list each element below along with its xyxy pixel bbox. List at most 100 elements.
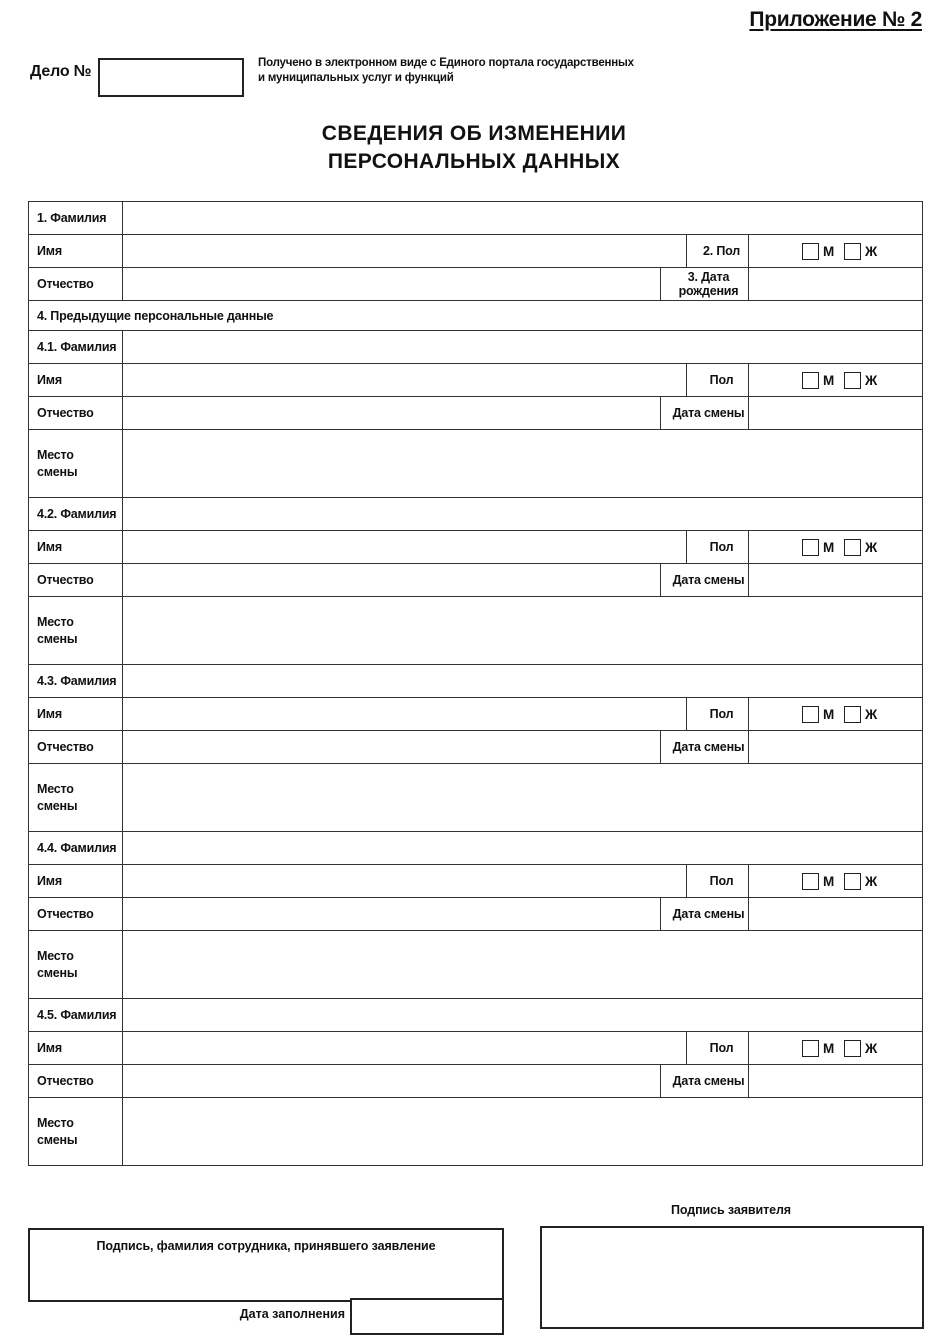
prev-2-date-change-input[interactable] [747, 563, 924, 597]
prev-4-sex-male-checkbox[interactable] [802, 872, 819, 890]
prev-1-firstname-input[interactable] [122, 363, 687, 397]
prev-1-place-input[interactable] [121, 429, 924, 498]
row-previous-section-heading: 4. Предыдущие персональные данные [27, 300, 924, 331]
row-prev-3-firstname: Имя Пол МЖ [28, 697, 924, 731]
prev-5-patronymic-label: Отчество [28, 1064, 123, 1098]
prev-1-sex-male-checkbox[interactable] [802, 371, 819, 389]
prev-2-sex-female-checkbox[interactable] [844, 538, 862, 556]
prev-2-surname-input[interactable] [121, 497, 924, 531]
prev-2-sex-label: Пол [686, 530, 749, 564]
row-prev-3-patronymic: Отчество Дата смены [28, 730, 924, 764]
prev-2-sex-male-checkbox[interactable] [802, 538, 819, 556]
prev-2-date-change-label: Дата смены [660, 563, 749, 597]
current-surname-label: 1. Фамилия [28, 201, 123, 235]
prev-3-sex-female-checkbox[interactable] [844, 705, 862, 723]
prev-5-firstname-input[interactable] [122, 1031, 687, 1065]
prev-4-date-change-input[interactable] [747, 897, 924, 931]
prev-1-place-label: Место смены [28, 429, 123, 498]
prev-3-sex-checkboxes: МЖ [747, 697, 924, 731]
prev-5-place-label-line-2: смены [37, 1132, 78, 1147]
staff-signature-label: Подпись, фамилия сотрудника, принявшего … [96, 1239, 436, 1253]
prev-4-place-label-line-1: Место [37, 948, 74, 963]
prev-3-place-input[interactable] [121, 763, 924, 832]
current-sex-female-label: Ж [865, 243, 878, 259]
prev-1-place-label-line-2: смены [37, 464, 78, 479]
prev-5-firstname-label: Имя [28, 1031, 123, 1065]
document-title: СВЕДЕНИЯ ОБ ИЗМЕНЕНИИ ПЕРСОНАЛЬНЫХ ДАННЫ… [0, 120, 948, 175]
prev-1-patronymic-input[interactable] [122, 396, 661, 430]
prev-3-surname-input[interactable] [121, 664, 924, 698]
current-sex-checkboxes: МЖ [747, 234, 924, 268]
prev-3-sex-male-checkbox[interactable] [802, 705, 819, 723]
prev-4-patronymic-input[interactable] [122, 897, 661, 931]
prev-5-date-change-input[interactable] [747, 1064, 924, 1098]
fill-date-input[interactable] [350, 1298, 504, 1335]
prev-5-sex-label: Пол [686, 1031, 749, 1065]
prev-1-surname-input[interactable] [121, 330, 924, 364]
prev-4-sex-label: Пол [686, 864, 749, 898]
prev-4-sex-checkboxes: МЖ [747, 864, 924, 898]
prev-4-sex-female-label: Ж [865, 873, 878, 889]
prev-5-sex-male-checkbox[interactable] [802, 1039, 819, 1057]
row-prev-2-place: Место смены [28, 596, 924, 665]
current-patronymic-input[interactable] [122, 267, 661, 301]
current-surname-input[interactable] [121, 201, 924, 235]
prev-2-firstname-input[interactable] [122, 530, 687, 564]
prev-1-date-change-input[interactable] [747, 396, 924, 430]
prev-4-place-label-line-2: смены [37, 965, 78, 980]
case-number-input[interactable] [98, 58, 244, 97]
prev-1-sex-male-label: М [823, 372, 835, 388]
prev-1-date-change-label: Дата смены [660, 396, 749, 430]
current-firstname-input[interactable] [122, 234, 687, 268]
prev-5-patronymic-input[interactable] [122, 1064, 661, 1098]
prev-4-place-label: Место смены [28, 930, 123, 999]
current-sex-male-label: М [823, 243, 835, 259]
document-title-line-2: ПЕРСОНАЛЬНЫХ ДАННЫХ [327, 149, 621, 173]
prev-1-firstname-label: Имя [28, 363, 123, 397]
row-prev-1-firstname: Имя Пол МЖ [28, 363, 924, 397]
prev-4-place-input[interactable] [121, 930, 924, 999]
prev-5-date-change-label: Дата смены [660, 1064, 749, 1098]
prev-5-surname-input[interactable] [121, 998, 924, 1032]
row-prev-1-place: Место смены [28, 429, 924, 498]
prev-5-place-input[interactable] [121, 1097, 924, 1166]
prev-2-place-label: Место смены [28, 596, 123, 665]
current-dob-input[interactable] [747, 267, 924, 301]
prev-4-sex-male-label: М [823, 873, 835, 889]
row-prev-1-surname: 4.1. Фамилия [28, 330, 924, 364]
prev-1-sex-female-checkbox[interactable] [844, 371, 862, 389]
prev-3-patronymic-input[interactable] [122, 730, 661, 764]
prev-3-firstname-label: Имя [28, 697, 123, 731]
prev-3-patronymic-label: Отчество [28, 730, 123, 764]
prev-5-place-label-line-1: Место [37, 1115, 74, 1130]
prev-4-patronymic-label: Отчество [28, 897, 123, 931]
portal-note: Получено в электронном виде с Единого по… [258, 56, 638, 87]
prev-5-sex-female-checkbox[interactable] [844, 1039, 862, 1057]
applicant-signature-input[interactable] [540, 1226, 924, 1329]
row-prev-4-patronymic: Отчество Дата смены [28, 897, 924, 931]
applicant-signature-label: Подпись заявителя [670, 1203, 791, 1217]
prev-3-date-change-input[interactable] [747, 730, 924, 764]
prev-1-surname-label: 4.1. Фамилия [28, 330, 123, 364]
current-sex-label: 2. Пол [686, 234, 749, 268]
prev-3-firstname-input[interactable] [122, 697, 687, 731]
prev-5-sex-checkboxes: МЖ [747, 1031, 924, 1065]
current-sex-male-checkbox[interactable] [802, 242, 819, 260]
prev-4-firstname-input[interactable] [122, 864, 687, 898]
case-number-label: Дело № [30, 63, 92, 80]
prev-4-sex-female-checkbox[interactable] [844, 872, 862, 890]
current-sex-female-checkbox[interactable] [844, 242, 862, 260]
prev-2-firstname-label: Имя [28, 530, 123, 564]
prev-1-sex-female-label: Ж [865, 372, 878, 388]
prev-4-surname-input[interactable] [121, 831, 924, 865]
prev-2-sex-male-label: М [823, 539, 835, 555]
prev-5-sex-female-label: Ж [865, 1040, 878, 1056]
row-prev-3-surname: 4.3. Фамилия [28, 664, 924, 698]
prev-2-patronymic-input[interactable] [122, 563, 661, 597]
staff-signature-input[interactable]: Подпись, фамилия сотрудника, принявшего … [28, 1228, 504, 1302]
prev-2-place-input[interactable] [121, 596, 924, 665]
previous-section-heading: 4. Предыдущие персональные данные [27, 300, 924, 331]
prev-4-date-change-label: Дата смены [660, 897, 749, 931]
prev-5-surname-label: 4.5. Фамилия [28, 998, 123, 1032]
row-prev-5-place: Место смены [28, 1097, 924, 1166]
